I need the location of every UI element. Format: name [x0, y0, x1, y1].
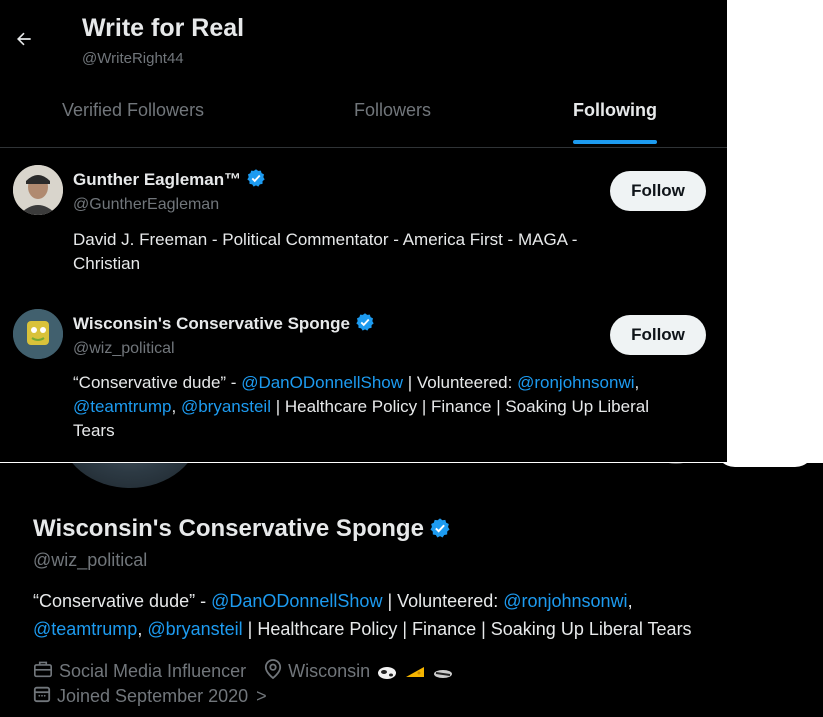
follow-button[interactable]: Follow: [610, 315, 706, 355]
bio-text: “Conservative dude” -: [73, 373, 242, 392]
verified-badge-icon: [246, 168, 266, 193]
bio-text: | Volunteered:: [403, 373, 518, 392]
mention-link[interactable]: @DanODonnellShow: [241, 373, 403, 392]
tab-following[interactable]: Following: [573, 100, 657, 121]
cow-emoji-icon: [378, 666, 397, 679]
verified-badge-icon: [355, 312, 375, 337]
mention-link[interactable]: @ronjohnsonwi: [517, 373, 634, 392]
page-title: Write for Real: [82, 14, 245, 42]
briefcase-icon: [33, 660, 53, 683]
mention-link[interactable]: @teamtrump: [33, 619, 137, 639]
back-arrow-icon[interactable]: [14, 28, 34, 56]
bio-text: | Volunteered:: [382, 591, 504, 611]
tab-followers[interactable]: Followers: [354, 100, 431, 121]
user-handle: @GuntherEagleman: [73, 196, 220, 213]
bio-line: @teamtrump, @bryansteil | Healthcare Pol…: [33, 615, 823, 643]
more-options-button[interactable]: [655, 463, 697, 464]
calendar-icon: [33, 685, 51, 708]
profile-handle: @wiz_political: [33, 550, 148, 570]
location-pin-icon: [264, 659, 282, 684]
user-bio: David J. Freeman - Political Commentator…: [73, 228, 713, 276]
bio-text: | Healthcare Policy | Finance | Soaking …: [270, 397, 649, 416]
profile-joined-row: Joined September 2020 >: [33, 685, 267, 708]
follow-button-partial[interactable]: [715, 463, 815, 467]
profile-joined: Joined September 2020: [57, 686, 249, 706]
tab-verified-followers[interactable]: Verified Followers: [62, 100, 204, 121]
bio-text: “Conservative dude” -: [33, 591, 212, 611]
user-name[interactable]: Gunther Eagleman™: [73, 168, 266, 193]
bio-text: | Healthcare Policy | Finance | Soaking …: [242, 619, 692, 639]
bio-text: ,: [627, 591, 633, 611]
bio-text: ,: [634, 373, 640, 392]
cheese-emoji-icon: [406, 666, 425, 677]
profile-location: Wisconsin: [288, 661, 371, 681]
badger-emoji-icon: [434, 669, 453, 678]
mention-link[interactable]: @bryansteil: [181, 397, 271, 416]
mention-link[interactable]: @ronjohnsonwi: [503, 591, 627, 611]
mention-link[interactable]: @bryansteil: [147, 619, 242, 639]
bio-line: “Conservative dude” - @DanODonnellShow |…: [73, 371, 713, 395]
avatar[interactable]: [13, 309, 63, 359]
bio-line: @teamtrump, @bryansteil | Healthcare Pol…: [73, 395, 713, 419]
profile-bio: “Conservative dude” - @DanODonnellShow |…: [33, 587, 823, 643]
avatar[interactable]: [60, 463, 200, 488]
user-handle: @wiz_political: [73, 340, 175, 357]
bio-line: Christian: [73, 254, 141, 273]
mention-link[interactable]: @DanODonnellShow: [211, 591, 382, 611]
bio-line: Tears: [73, 421, 115, 440]
profile-name: Wisconsin's Conservative Sponge: [33, 515, 451, 546]
bio-line: David J. Freeman - Political Commentator…: [73, 230, 578, 249]
tab-bar: Verified Followers Followers Following: [0, 90, 727, 148]
user-name[interactable]: Wisconsin's Conservative Sponge: [73, 312, 375, 337]
following-panel: Write for Real @WriteRight44 Verified Fo…: [0, 0, 727, 462]
mention-link[interactable]: @teamtrump: [73, 397, 172, 416]
profile-panel: Wisconsin's Conservative Sponge @wiz_pol…: [0, 463, 823, 717]
profile-category: Social Media Influencer: [59, 661, 247, 681]
bio-text: ,: [171, 397, 181, 416]
emoji-group: [376, 663, 454, 681]
verified-badge-icon: [429, 517, 451, 546]
chevron-right-icon[interactable]: >: [256, 686, 267, 707]
bio-line: “Conservative dude” - @DanODonnellShow |…: [33, 587, 823, 615]
user-bio: “Conservative dude” - @DanODonnellShow |…: [73, 371, 713, 443]
page-handle: @WriteRight44: [82, 50, 184, 67]
avatar[interactable]: [13, 165, 63, 215]
follow-button[interactable]: Follow: [610, 171, 706, 211]
profile-meta: Social Media Influencer Wisconsin: [33, 659, 454, 684]
bio-text: ,: [137, 619, 148, 639]
active-tab-indicator: [573, 140, 657, 144]
